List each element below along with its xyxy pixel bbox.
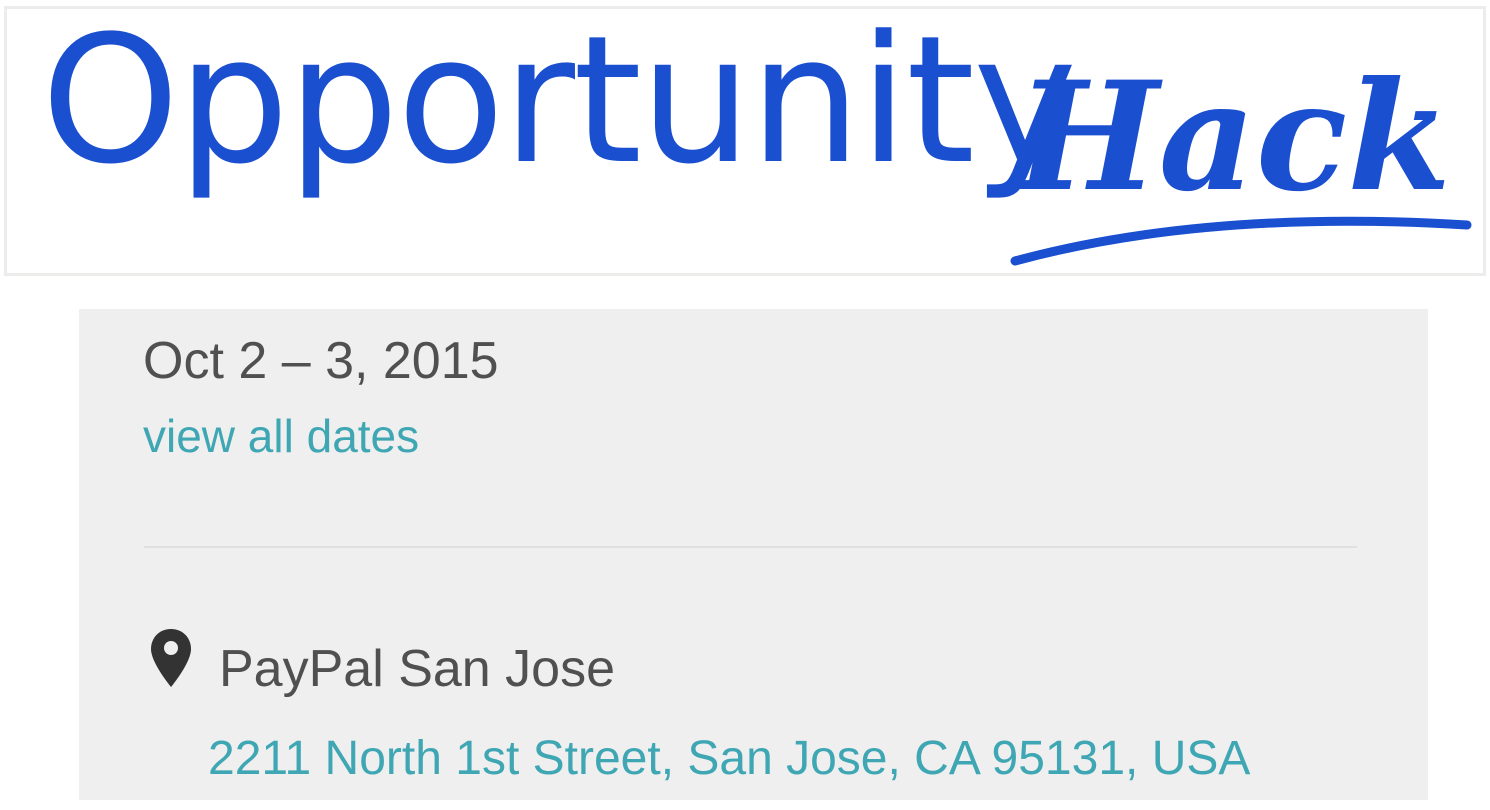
logo-hack-lettering: Hack xyxy=(1013,49,1451,225)
venue-name: PayPal San Jose xyxy=(219,640,616,698)
view-all-dates-link[interactable]: view all dates xyxy=(143,409,419,463)
page: Opportunity Hack Oct 2 – 3, 2015 view al… xyxy=(0,0,1490,810)
map-pin-icon xyxy=(151,629,191,687)
event-date: Oct 2 – 3, 2015 xyxy=(143,332,499,390)
section-divider xyxy=(144,546,1357,548)
event-details-card: Oct 2 – 3, 2015 view all dates PayPal Sa… xyxy=(79,309,1428,800)
logo-underline-swoosh xyxy=(1010,216,1472,266)
logo-word-opportunity: Opportunity xyxy=(41,0,1077,203)
venue-address-link[interactable]: 2211 North 1st Street, San Jose, CA 9513… xyxy=(208,731,1250,786)
opportunity-hack-logo: Opportunity Hack xyxy=(4,6,1486,276)
logo-word-hack: Hack xyxy=(1010,49,1472,266)
